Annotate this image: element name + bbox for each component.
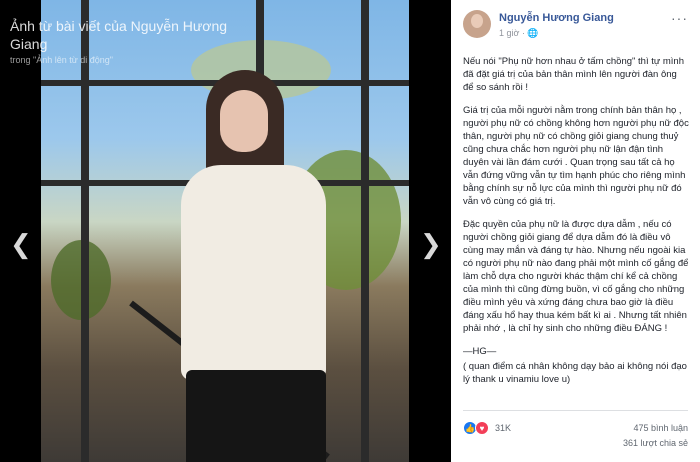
shares-count[interactable]: 361 lượt chia sẻ bbox=[623, 436, 688, 451]
post-paragraph: Đặc quyền của phụ nữ là được dựa dẫm , n… bbox=[463, 219, 689, 334]
post-panel: Nguyễn Hương Giang 1 giờ · 🌐 ··· Nếu nói… bbox=[451, 0, 700, 462]
post-photo[interactable] bbox=[41, 0, 409, 462]
post-note: ( quan điểm cá nhân không dạy bảo ai khô… bbox=[463, 361, 687, 385]
divider bbox=[463, 410, 688, 411]
post-time[interactable]: 1 giờ bbox=[499, 28, 519, 38]
reactions-count: 31K bbox=[495, 423, 512, 433]
post-content: Nếu nói "Phụ nữ hơn nhau ở tấm chồng" th… bbox=[463, 55, 689, 396]
woman-figure bbox=[176, 60, 336, 462]
post-stats: 475 bình luận 361 lượt chia sẻ bbox=[623, 421, 688, 451]
viewer-subtitle[interactable]: trong "Ảnh lên từ di động" bbox=[10, 55, 113, 65]
chevron-right-icon[interactable]: ❯ bbox=[420, 232, 442, 258]
viewer-title: Ảnh từ bài viết của Nguyễn Hương Giang bbox=[10, 18, 228, 52]
photo-viewer: Ảnh từ bài viết của Nguyễn Hương Giang t… bbox=[0, 0, 451, 462]
author-name[interactable]: Nguyễn Hương Giang bbox=[499, 12, 614, 24]
post-meta: 1 giờ · 🌐 bbox=[499, 28, 539, 39]
post-paragraph: Giá trị của mỗi người nằm trong chính bả… bbox=[463, 105, 689, 207]
globe-icon: · 🌐 bbox=[521, 28, 539, 38]
reactions-summary[interactable]: 👍 ♥ 31K bbox=[463, 421, 511, 435]
chevron-left-icon[interactable]: ❮ bbox=[10, 232, 32, 258]
love-icon: ♥ bbox=[475, 421, 489, 435]
post-signature: —HG— bbox=[463, 346, 497, 357]
post-paragraph: Nếu nói "Phụ nữ hơn nhau ở tấm chồng" th… bbox=[463, 56, 684, 93]
comments-count[interactable]: 475 bình luận bbox=[623, 421, 688, 436]
avatar[interactable] bbox=[463, 10, 491, 38]
more-icon[interactable]: ··· bbox=[671, 10, 688, 26]
